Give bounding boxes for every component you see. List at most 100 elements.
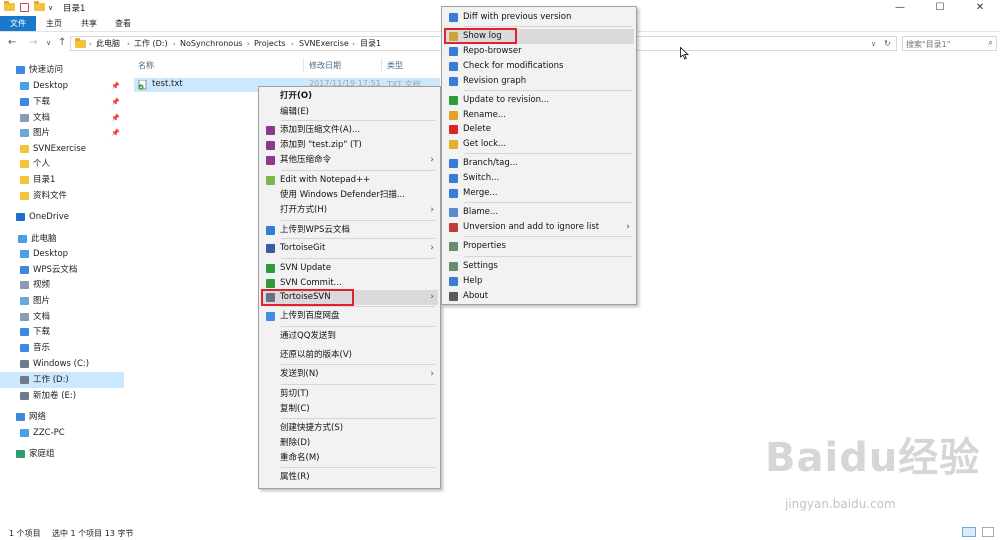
context-menu-item[interactable]: 上传到WPS云文档 [261,223,438,238]
svn-menu-item[interactable]: Blame... [444,205,634,220]
column-header-name[interactable]: 名称 [138,60,154,71]
address-dropdown-icon[interactable]: ∨ [871,38,876,50]
context-menu-item[interactable]: 其他压缩命令 › [261,153,438,168]
tab-file[interactable]: 文件 [0,16,36,31]
column-header-type[interactable]: 类型 [387,60,403,71]
svn-menu-item[interactable]: Revision graph [444,74,634,89]
sidebar-item[interactable]: 家庭组 [0,446,124,462]
context-menu-item[interactable]: 还原以前的版本(V) [261,348,438,363]
new-folder-icon[interactable] [34,1,45,13]
svn-menu-item[interactable]: Delete [444,122,634,137]
revision-graph-icon [449,77,458,86]
pin-icon[interactable]: 📌 [111,78,120,94]
sidebar-item[interactable]: 图片 📌 [0,125,124,141]
sidebar-item[interactable]: 文档 📌 [0,110,124,126]
context-menu-item[interactable]: 编辑(E) [261,105,438,120]
context-menu-item[interactable]: 创建快捷方式(S) [261,421,438,436]
pin-icon[interactable]: 📌 [111,125,120,141]
search-input[interactable] [906,38,986,50]
context-menu-item[interactable]: 打开方式(H) › [261,203,438,218]
tab-home[interactable]: 主页 [40,16,68,31]
sidebar-item[interactable]: 视频 [0,277,124,293]
sidebar-item[interactable]: 目录1 [0,172,124,188]
column-header-date[interactable]: 修改日期 [309,60,341,71]
sidebar-item[interactable]: WPS云文档 [0,262,124,278]
context-menu-item[interactable]: 使用 Windows Defender扫描... [261,188,438,203]
details-view-button[interactable] [962,527,976,537]
sidebar-item[interactable]: 个人 [0,156,124,172]
sidebar-item[interactable]: Desktop [0,246,124,262]
sidebar-item[interactable]: 文档 [0,309,124,325]
context-menu-item[interactable]: 属性(R) [261,470,438,485]
menu-separator [281,467,435,468]
svn-menu-item[interactable]: Unversion and add to ignore list › [444,220,634,235]
svn-menu-item[interactable]: Get lock... [444,137,634,152]
breadcrumb-projects[interactable]: Projects [254,38,286,50]
context-menu-item[interactable]: 重命名(M) [261,451,438,466]
context-menu-item[interactable]: 发送到(N) › [261,367,438,382]
sidebar-item[interactable]: Windows (C:) [0,356,124,372]
pin-icon[interactable]: 📌 [111,110,120,126]
properties-check-icon[interactable] [20,3,29,12]
svn-menu-item[interactable]: Check for modifications [444,59,634,74]
tab-share[interactable]: 共享 [75,16,103,31]
context-menu-item[interactable]: SVN Update [261,261,438,276]
sidebar-item[interactable]: 图片 [0,293,124,309]
context-menu-item[interactable]: 删除(D) [261,436,438,451]
breadcrumb-nosynchronous[interactable]: NoSynchronous [180,38,242,50]
context-menu-item[interactable]: 添加到压缩文件(A)... [261,123,438,138]
close-button[interactable]: ✕ [960,0,1000,16]
search-box[interactable]: ⌕ [902,36,997,51]
sidebar-item[interactable]: 资料文件 [0,188,124,204]
sidebar-item[interactable]: 音乐 [0,340,124,356]
breadcrumb-this-pc[interactable]: 此电脑 [96,38,120,50]
sidebar-item[interactable]: SVNExercise [0,141,124,157]
breadcrumb-current[interactable]: 目录1 [360,38,381,50]
pin-icon[interactable]: 📌 [111,94,120,110]
breadcrumb-drive-d[interactable]: 工作 (D:) [134,38,168,50]
sidebar-item[interactable]: 此电脑 [0,231,124,247]
context-menu-item[interactable]: 添加到 "test.zip" (T) [261,138,438,153]
minimize-button[interactable]: — [880,0,920,16]
sidebar-item[interactable]: 网络 [0,409,124,425]
menu-separator [281,364,435,365]
svn-menu-item[interactable]: Branch/tag... [444,156,634,171]
tab-view[interactable]: 查看 [109,16,137,31]
mouse-cursor [680,46,690,63]
svn-menu-item[interactable]: Update to revision... [444,93,634,108]
svn-menu-item[interactable]: Properties [444,239,634,254]
context-menu-item[interactable]: 剪切(T) [261,387,438,402]
back-button[interactable]: ← [8,36,16,50]
context-menu-item[interactable]: 通过QQ发送到 [261,329,438,344]
sidebar-item[interactable]: 工作 (D:) [0,372,124,388]
refresh-icon[interactable]: ↻ [884,38,891,50]
sidebar-item[interactable]: 下载 📌 [0,94,124,110]
svn-menu-item[interactable]: Help [444,274,634,289]
sidebar-item[interactable]: Desktop 📌 [0,78,124,94]
svn-menu-item[interactable]: Repo-browser [444,44,634,59]
breadcrumb-svnexercise[interactable]: SVNExercise [299,38,349,50]
large-icons-view-button[interactable] [982,527,994,537]
context-menu-item[interactable]: Edit with Notepad++ [261,173,438,188]
svn-menu-item[interactable]: Rename... [444,108,634,123]
quick-access-dropdown[interactable]: ∨ [48,3,53,13]
context-menu-item[interactable]: TortoiseGit › [261,241,438,256]
sidebar-item[interactable]: 快速访问 [0,62,124,78]
sidebar-item[interactable]: OneDrive [0,209,124,225]
svn-menu-item[interactable]: Merge... [444,186,634,201]
context-menu-item[interactable]: 复制(C) [261,402,438,417]
sidebar-item[interactable]: 新加卷 (E:) [0,388,124,404]
context-menu-item[interactable]: 上传到百度网盘 [261,309,438,324]
maximize-button[interactable]: ☐ [920,0,960,16]
forward-button[interactable]: → [29,36,37,50]
svn-menu-item[interactable]: Diff with previous version [444,10,634,25]
sidebar-item[interactable]: ZZC-PC [0,425,124,441]
sidebar-item[interactable]: 下载 [0,324,124,340]
recent-locations-button[interactable]: ∨ [46,36,51,50]
window-title: 目录1 [63,4,86,14]
svn-menu-item[interactable]: Settings [444,259,634,274]
svn-menu-item[interactable]: About [444,289,634,304]
svn-menu-item[interactable]: Switch... [444,171,634,186]
context-menu-item[interactable]: 打开(O) [261,89,438,104]
up-button[interactable]: ↑ [58,36,66,50]
